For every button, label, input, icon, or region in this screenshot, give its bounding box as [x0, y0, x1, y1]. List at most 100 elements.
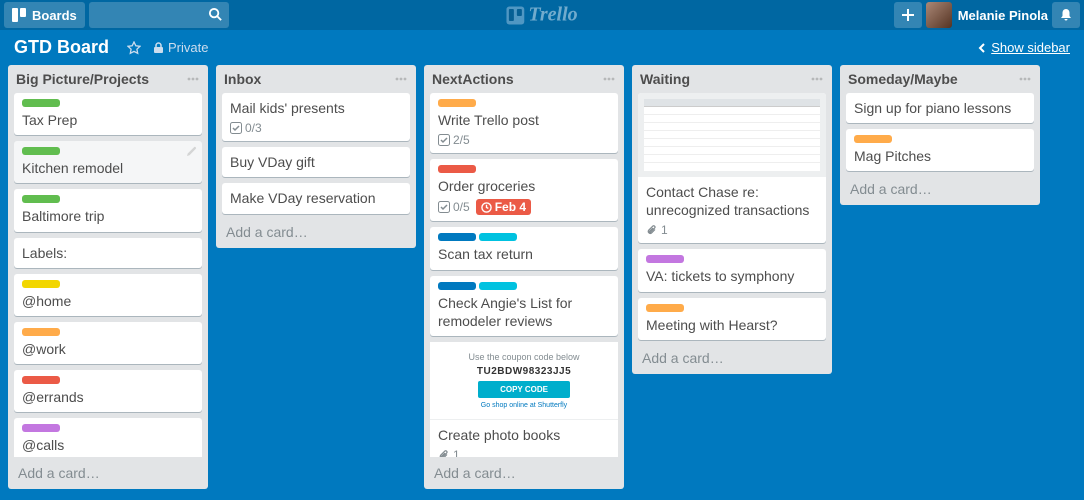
list: Someday/Maybe Sign up for piano lessons Ma… — [840, 65, 1040, 205]
label-red[interactable] — [22, 376, 60, 384]
card[interactable]: Sign up for piano lessons — [846, 93, 1034, 123]
card-labels — [22, 147, 194, 155]
card[interactable]: Write Trello post2/5 — [430, 93, 618, 153]
list-header[interactable]: Inbox — [216, 65, 416, 93]
list-header[interactable]: NextActions — [424, 65, 624, 93]
card-labels — [438, 99, 610, 107]
avatar — [926, 2, 952, 28]
list-menu-button[interactable] — [602, 72, 616, 86]
coupon-copy-button: COPY CODE — [478, 381, 570, 398]
user-name: Melanie Pinola — [958, 8, 1048, 23]
card-badges: 1 — [646, 223, 818, 237]
add-card-button[interactable]: Add a card… — [216, 216, 416, 248]
label-purple[interactable] — [646, 255, 684, 263]
card[interactable]: Use the coupon code belowTU2BDW98323JJ5C… — [430, 342, 618, 457]
card-title: @work — [22, 340, 194, 358]
checklist-badge: 0/3 — [230, 121, 262, 135]
card-title: Buy VDay gift — [230, 153, 402, 171]
label-red[interactable] — [438, 165, 476, 173]
card[interactable]: @errands — [14, 370, 202, 412]
checklist-badge: 0/5 — [438, 200, 470, 214]
list-name: NextActions — [432, 71, 514, 87]
list-header[interactable]: Waiting — [632, 65, 832, 93]
card-labels — [646, 304, 818, 312]
card[interactable]: Buy VDay gift — [222, 147, 410, 177]
plus-icon — [901, 8, 915, 22]
add-card-button[interactable]: Add a card… — [840, 173, 1040, 205]
card[interactable]: Scan tax return — [430, 227, 618, 269]
create-button[interactable] — [894, 2, 922, 28]
logo[interactable]: Trello — [506, 4, 577, 27]
star-button[interactable] — [121, 37, 147, 59]
show-sidebar-link[interactable]: Show sidebar — [978, 40, 1070, 55]
card[interactable]: Make VDay reservation — [222, 183, 410, 213]
card-badges: 1 — [438, 448, 610, 457]
list-name: Someday/Maybe — [848, 71, 958, 87]
board-name[interactable]: GTD Board — [14, 37, 109, 58]
card-title: Labels: — [22, 244, 194, 262]
list-cards: Write Trello post2/5Order groceries0/5Fe… — [424, 93, 624, 457]
card[interactable]: Contact Chase re: unrecognized transacti… — [638, 93, 826, 243]
label-orange[interactable] — [22, 328, 60, 336]
boards-label: Boards — [32, 8, 77, 23]
card-title: @calls — [22, 436, 194, 454]
list-name: Waiting — [640, 71, 690, 87]
label-green[interactable] — [22, 147, 60, 155]
card[interactable]: Kitchen remodel — [14, 141, 202, 183]
list-cards: Tax Prep Kitchen remodel Baltimore trip Lab… — [8, 93, 208, 457]
card[interactable]: Check Angie's List for remodeler reviews — [430, 276, 618, 336]
label-blue[interactable] — [438, 233, 476, 241]
label-orange[interactable] — [438, 99, 476, 107]
card[interactable]: Order groceries0/5Feb 4 — [430, 159, 618, 221]
label-green[interactable] — [22, 99, 60, 107]
card[interactable]: @calls — [14, 418, 202, 457]
label-yellow[interactable] — [22, 280, 60, 288]
chevron-left-icon — [978, 43, 987, 53]
card-labels — [22, 280, 194, 288]
list-menu-button[interactable] — [1018, 72, 1032, 86]
label-orange[interactable] — [854, 135, 892, 143]
card-labels — [22, 195, 194, 203]
card[interactable]: Baltimore trip — [14, 189, 202, 231]
card-title: @home — [22, 292, 194, 310]
card-title: Baltimore trip — [22, 207, 194, 225]
label-blue[interactable] — [438, 282, 476, 290]
card-title: Scan tax return — [438, 245, 610, 263]
label-orange[interactable] — [646, 304, 684, 312]
boards-button[interactable]: Boards — [4, 2, 85, 28]
boards-icon — [12, 8, 26, 22]
list-menu-button[interactable] — [394, 72, 408, 86]
card[interactable]: Mag Pitches — [846, 129, 1034, 171]
card[interactable]: VA: tickets to symphony — [638, 249, 826, 291]
card-labels — [646, 255, 818, 263]
list-menu-button[interactable] — [810, 72, 824, 86]
list-menu-button[interactable] — [186, 72, 200, 86]
label-sky[interactable] — [479, 233, 517, 241]
add-card-button[interactable]: Add a card… — [632, 342, 832, 374]
card-labels — [438, 233, 610, 241]
card[interactable]: Meeting with Hearst? — [638, 298, 826, 340]
label-green[interactable] — [22, 195, 60, 203]
card[interactable]: Labels: — [14, 238, 202, 268]
board-canvas[interactable]: Big Picture/Projects Tax Prep Kitchen remo… — [0, 65, 1084, 497]
list-header[interactable]: Big Picture/Projects — [8, 65, 208, 93]
card[interactable]: Tax Prep — [14, 93, 202, 135]
search-input[interactable] — [89, 2, 229, 28]
edit-card-icon[interactable] — [186, 145, 198, 157]
label-purple[interactable] — [22, 424, 60, 432]
card[interactable]: @home — [14, 274, 202, 316]
card-title: Tax Prep — [22, 111, 194, 129]
list-header[interactable]: Someday/Maybe — [840, 65, 1040, 93]
add-card-button[interactable]: Add a card… — [8, 457, 208, 489]
notifications-button[interactable] — [1052, 2, 1080, 28]
card-title: Create photo books — [438, 426, 610, 444]
card-title: @errands — [22, 388, 194, 406]
checklist-badge: 2/5 — [438, 133, 470, 147]
add-card-button[interactable]: Add a card… — [424, 457, 624, 489]
privacy-button[interactable]: Private — [147, 36, 214, 59]
card-title: Order groceries — [438, 177, 610, 195]
card[interactable]: @work — [14, 322, 202, 364]
card[interactable]: Mail kids' presents0/3 — [222, 93, 410, 141]
label-sky[interactable] — [479, 282, 517, 290]
user-menu[interactable]: Melanie Pinola — [926, 2, 1048, 28]
